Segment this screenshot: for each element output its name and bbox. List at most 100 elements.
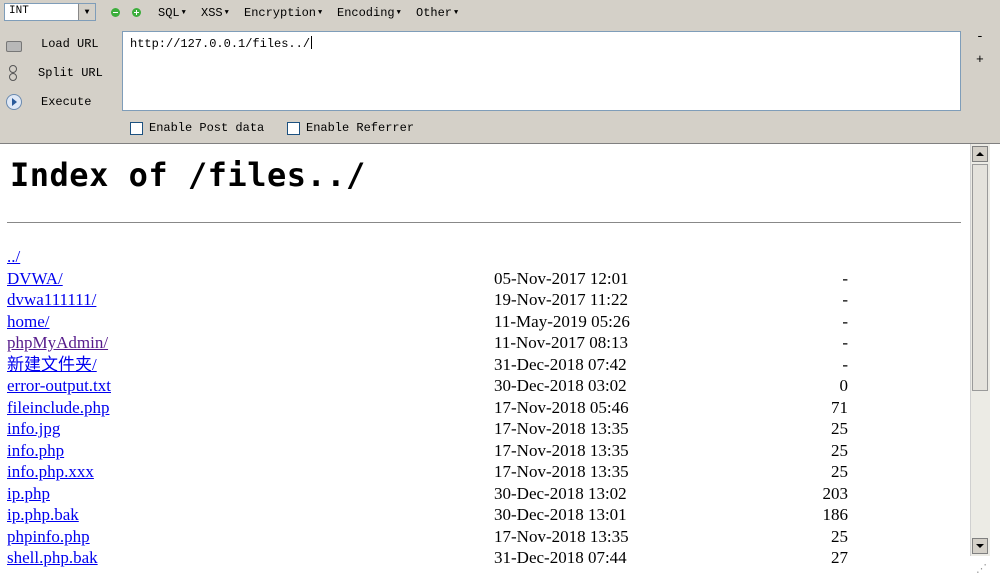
file-size: - [842, 268, 848, 288]
list-item: ../ [7, 246, 957, 268]
modified-date: 31-Dec-2018 07:42 [494, 354, 627, 374]
list-item: info.php 17-Nov-2018 13:35 25 [7, 440, 957, 462]
modified-date: 17-Nov-2018 05:46 [494, 397, 629, 417]
file-size: - [842, 290, 848, 309]
hackbar-toolbar: INT ▼ SQL ▼ XSS ▼ Encryption ▼ Encoding ▼ Ot… [0, 0, 1000, 26]
execute-button[interactable]: Execute [0, 91, 120, 113]
caret-icon: ▼ [181, 9, 186, 17]
modified-date: 30-Dec-2018 13:02 [494, 483, 627, 503]
scrollbar-thumb[interactable] [972, 164, 988, 391]
type-select[interactable]: INT ▼ [4, 3, 96, 21]
modified-date: 30-Dec-2018 03:02 [494, 376, 627, 395]
caret-icon: ▼ [224, 9, 229, 17]
caret-icon: ▼ [396, 9, 401, 17]
url-textarea[interactable]: http://127.0.0.1/files../ [122, 31, 961, 111]
menu-other-label: Other [416, 6, 453, 20]
file-link[interactable]: ip.php [7, 483, 50, 504]
file-link[interactable]: info.php [7, 440, 64, 461]
file-link[interactable]: home/ [7, 311, 50, 332]
list-item: ip.php 30-Dec-2018 13:02 203 [7, 483, 957, 505]
modified-date: 11-Nov-2017 08:13 [494, 333, 628, 352]
file-size: 27 [831, 548, 848, 567]
modified-date: 17-Nov-2018 13:35 [494, 526, 629, 546]
arrow-down-icon [976, 544, 984, 548]
menu-encryption[interactable]: Encryption ▼ [244, 6, 322, 20]
resize-grip-icon[interactable] [976, 557, 990, 571]
list-item: fileinclude.php 17-Nov-2018 05:46 71 [7, 397, 957, 419]
menu-other[interactable]: Other ▼ [416, 6, 458, 20]
list-item: 新建文件夹/31-Dec-2018 07:42 - [7, 354, 957, 376]
modified-date: 19-Nov-2017 11:22 [494, 290, 628, 309]
split-url-button[interactable]: Split URL [0, 62, 120, 84]
arrow-up-icon [976, 152, 984, 156]
menu-encoding[interactable]: Encoding ▼ [337, 6, 401, 20]
directory-listing: ../DVWA/05-Nov-2017 12:01- dvwa111111/19-… [7, 246, 957, 569]
type-select-value: INT [9, 5, 29, 17]
file-size: 25 [831, 440, 848, 460]
file-link[interactable]: ip.php.bak [7, 504, 79, 525]
shrink-button[interactable]: - [976, 29, 984, 44]
file-link[interactable]: phpinfo.php [7, 526, 90, 547]
checkbox-box[interactable] [130, 122, 143, 135]
modified-date: 17-Nov-2018 13:35 [494, 440, 629, 460]
file-size: 71 [831, 397, 848, 417]
file-size: 0 [839, 376, 849, 395]
page-content: Index of /files../ ../DVWA/05-Nov-2017 1… [0, 144, 970, 573]
list-item: info.php.xxx 17-Nov-2018 13:35 25 [7, 461, 957, 483]
modified-date: 30-Dec-2018 13:01 [494, 505, 627, 524]
enable-post-data-label: Enable Post data [149, 121, 265, 135]
file-size: 203 [822, 483, 849, 503]
list-item: error-output.txt 30-Dec-2018 03:02 0 [7, 375, 957, 397]
list-item: dvwa111111/19-Nov-2017 11:22 - [7, 289, 957, 311]
file-link[interactable]: shell.php.bak [7, 547, 98, 568]
load-url-icon [6, 41, 22, 52]
url-value: http://127.0.0.1/files../ [130, 37, 311, 51]
hackbar-panel: INT ▼ SQL ▼ XSS ▼ Encryption ▼ Encoding ▼ Ot… [0, 0, 1000, 144]
file-size: - [842, 354, 848, 374]
decrease-icon[interactable] [111, 8, 120, 17]
file-size: 186 [822, 505, 849, 524]
file-size: 25 [831, 419, 848, 438]
execute-label: Execute [41, 95, 92, 109]
split-url-label: Split URL [38, 66, 103, 80]
modified-date: 05-Nov-2017 12:01 [494, 268, 629, 288]
modified-date: 17-Nov-2018 13:35 [494, 419, 629, 438]
list-item: phpinfo.php 17-Nov-2018 13:35 25 [7, 526, 957, 548]
list-item: info.jpg 17-Nov-2018 13:35 25 [7, 418, 957, 440]
play-icon [6, 94, 22, 110]
file-link[interactable]: phpMyAdmin/ [7, 332, 108, 353]
menu-xss[interactable]: XSS ▼ [201, 6, 229, 20]
increase-icon[interactable] [132, 8, 141, 17]
caret-icon: ▼ [318, 9, 323, 17]
file-link[interactable]: fileinclude.php [7, 397, 109, 418]
modified-date: 31-Dec-2018 07:44 [494, 548, 627, 567]
file-link[interactable]: info.php.xxx [7, 461, 94, 482]
load-url-label: Load URL [41, 37, 99, 51]
vertical-scrollbar[interactable] [970, 144, 990, 556]
chevron-down-icon[interactable]: ▼ [78, 4, 95, 20]
scroll-down-button[interactable] [972, 538, 988, 554]
file-link[interactable]: error-output.txt [7, 375, 111, 396]
file-link[interactable]: DVWA/ [7, 268, 63, 289]
file-link[interactable]: dvwa111111/ [7, 289, 96, 310]
menu-xss-label: XSS [201, 6, 223, 20]
menu-sql[interactable]: SQL ▼ [158, 6, 186, 20]
list-item: home/11-May-2019 05:26 - [7, 311, 957, 333]
file-size: 25 [831, 462, 848, 481]
modified-date: 11-May-2019 05:26 [494, 311, 630, 331]
list-item: ip.php.bak 30-Dec-2018 13:01 186 [7, 504, 957, 526]
file-link[interactable]: ../ [7, 246, 20, 267]
list-item: shell.php.bak 31-Dec-2018 07:44 27 [7, 547, 957, 569]
checkbox-box[interactable] [287, 122, 300, 135]
enable-referrer-label: Enable Referrer [306, 121, 415, 135]
file-link[interactable]: 新建文件夹/ [7, 354, 97, 375]
expand-button[interactable]: + [976, 52, 984, 67]
scroll-up-button[interactable] [972, 146, 988, 162]
file-size: - [842, 311, 848, 331]
list-item: DVWA/05-Nov-2017 12:01 - [7, 268, 957, 290]
file-size: - [842, 333, 848, 352]
load-url-button[interactable]: Load URL [0, 33, 120, 55]
file-link[interactable]: info.jpg [7, 418, 60, 439]
menu-encoding-label: Encoding [337, 6, 395, 20]
file-size: 25 [831, 526, 848, 546]
